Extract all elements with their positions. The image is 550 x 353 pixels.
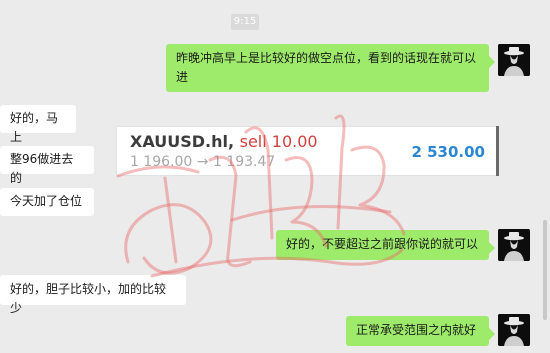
card-edge-bar <box>496 126 499 176</box>
message-bubble-outgoing[interactable]: 好的，不要超过之前跟你说的就可以 <box>276 230 495 260</box>
message-bubble-incoming[interactable]: 整96做进去的 <box>0 146 94 185</box>
man-in-hat-icon <box>498 229 530 261</box>
user-avatar[interactable] <box>498 314 530 346</box>
message-bubble-outgoing[interactable]: 昨晚冲高早上是比较好的做空点位，看到的话现在就可以进 <box>166 44 495 92</box>
timestamp: 9:15 <box>231 14 259 30</box>
scrollbar[interactable] <box>543 220 547 320</box>
trade-prices: 1 196.00 → 1 193.47 <box>130 154 276 170</box>
man-in-hat-icon <box>498 44 530 76</box>
user-avatar[interactable] <box>498 229 530 261</box>
message-bubble-outgoing[interactable]: 正常承受范围之内就好 <box>346 316 495 346</box>
trade-profit: 2 530.00 <box>411 143 485 161</box>
message-bubble-incoming[interactable]: 今天加了仓位 <box>0 188 94 216</box>
man-in-hat-icon <box>498 314 530 346</box>
trade-action: sell 10.00 <box>239 132 318 151</box>
symbol-text: XAUUSD.hl, <box>130 132 235 151</box>
trade-card[interactable]: XAUUSD.hl, sell 10.00 1 196.00 → 1 193.4… <box>116 126 499 176</box>
trade-symbol: XAUUSD.hl, sell 10.00 <box>130 132 318 151</box>
user-avatar[interactable] <box>498 44 530 76</box>
message-bubble-incoming[interactable]: 好的，马上 <box>0 105 76 144</box>
message-bubble-incoming[interactable]: 好的，胆子比较小，加的比较少 <box>0 275 186 315</box>
